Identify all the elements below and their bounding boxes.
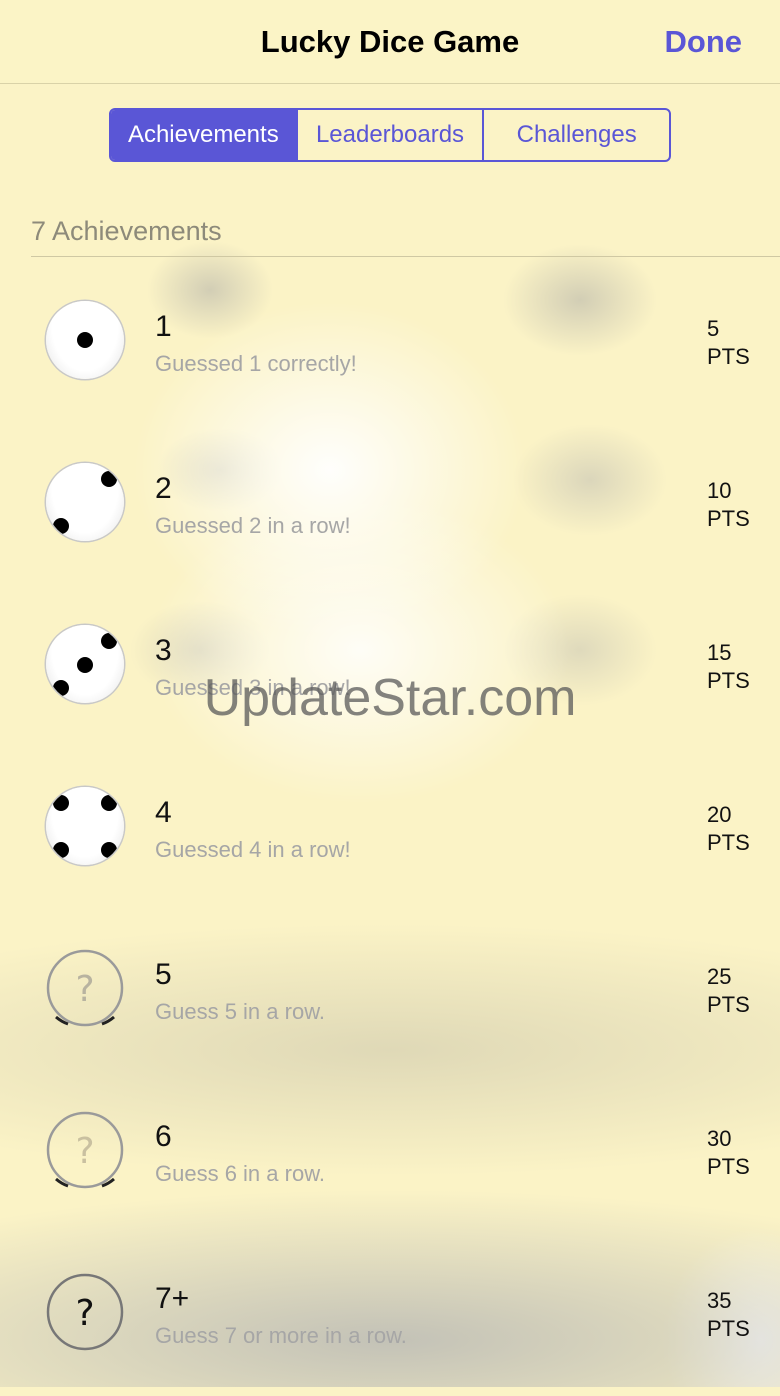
locked-question-icon: ? [46, 1273, 124, 1351]
points-unit: PTS [707, 1154, 750, 1179]
points-value: 15 [707, 640, 732, 665]
section-divider [31, 256, 780, 257]
die-four-icon [46, 787, 124, 865]
achievement-points: 5 PTS [707, 315, 750, 371]
svg-text:?: ? [75, 1293, 94, 1334]
svg-text:?: ? [75, 969, 94, 1010]
tab-leaderboards[interactable]: Leaderboards [298, 110, 485, 160]
points-value: 20 [707, 802, 732, 827]
section-header: 7 Achievements [31, 216, 222, 246]
achievement-title: 7+ [155, 1282, 190, 1315]
points-value: 35 [707, 1288, 732, 1313]
points-unit: PTS [707, 506, 750, 531]
achievement-title: 1 [155, 310, 172, 343]
achievement-points: 20 PTS [707, 801, 750, 857]
achievement-description: Guessed 1 correctly! [155, 351, 357, 376]
die-two-icon [46, 463, 124, 541]
achievement-description: Guess 6 in a row. [155, 1161, 325, 1186]
achievement-row[interactable]: 1 Guessed 1 correctly! 5 PTS [0, 262, 780, 424]
segmented-control: Achievements Leaderboards Challenges [109, 108, 671, 162]
achievement-row[interactable]: ? 6 Guess 6 in a row. 30 PTS [0, 1072, 780, 1234]
points-value: 30 [707, 1126, 732, 1151]
achievement-row[interactable]: ? 7+ Guess 7 or more in a row. 35 PTS [0, 1234, 780, 1396]
achievement-row[interactable]: 2 Guessed 2 in a row! 10 PTS [0, 424, 780, 586]
points-unit: PTS [707, 992, 750, 1017]
navigation-bar: Lucky Dice Game Done [0, 0, 780, 84]
achievement-row[interactable]: 4 Guessed 4 in a row! 20 PTS [0, 748, 780, 910]
tab-achievements[interactable]: Achievements [111, 110, 298, 160]
achievement-points: 25 PTS [707, 963, 750, 1019]
points-value: 25 [707, 964, 732, 989]
locked-question-icon: ? [46, 1111, 124, 1189]
achievement-title: 2 [155, 472, 172, 505]
achievement-title: 5 [155, 958, 172, 991]
achievement-title: 6 [155, 1120, 172, 1153]
points-value: 10 [707, 478, 732, 503]
svg-text:?: ? [75, 1131, 94, 1172]
achievement-description: Guessed 2 in a row! [155, 513, 351, 538]
points-unit: PTS [707, 830, 750, 855]
locked-question-icon: ? [46, 949, 124, 1027]
page-title: Lucky Dice Game [260, 24, 520, 59]
points-unit: PTS [707, 1316, 750, 1341]
points-unit: PTS [707, 344, 750, 369]
achievement-row[interactable]: ? 5 Guess 5 in a row. 25 PTS [0, 910, 780, 1072]
watermark: UpdateStar.com [203, 669, 577, 727]
achievement-title: 4 [155, 796, 172, 829]
achievement-points: 35 PTS [707, 1287, 750, 1343]
done-button[interactable]: Done [665, 24, 743, 60]
die-one-icon [46, 301, 124, 379]
points-value: 5 [707, 316, 720, 341]
tab-challenges[interactable]: Challenges [484, 110, 669, 160]
achievement-points: 30 PTS [707, 1125, 750, 1181]
achievement-description: Guess 7 or more in a row. [155, 1323, 407, 1348]
achievement-description: Guessed 4 in a row! [155, 837, 351, 862]
achievement-points: 10 PTS [707, 477, 750, 533]
achievement-title: 3 [155, 634, 172, 667]
achievement-description: Guess 5 in a row. [155, 999, 325, 1024]
